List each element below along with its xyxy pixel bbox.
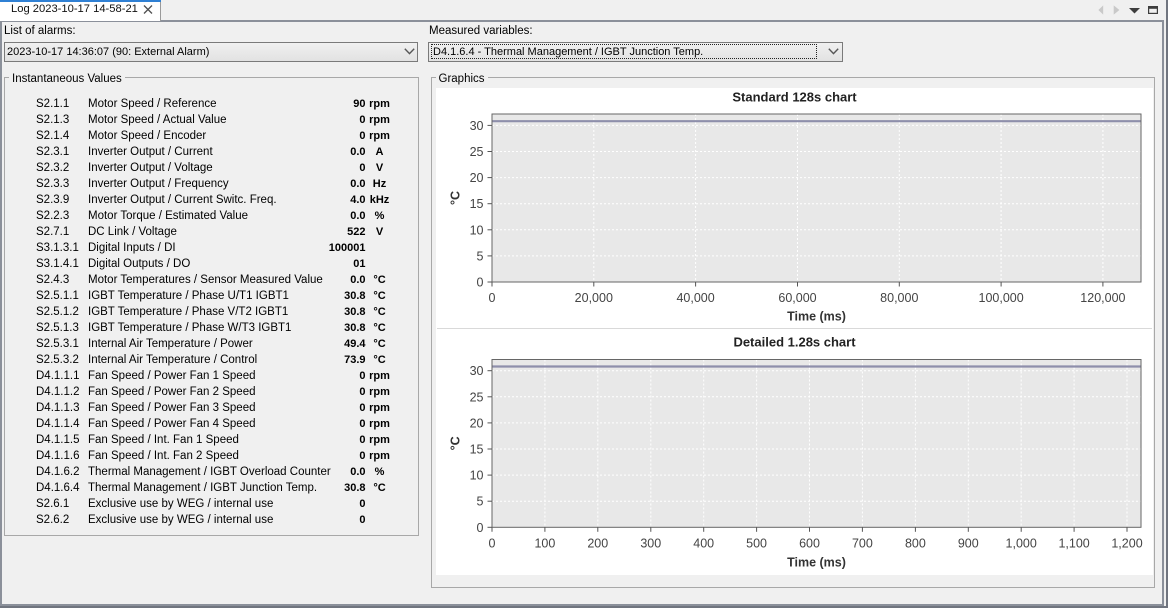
- svg-text:Detailed 1.28s chart: Detailed 1.28s chart: [733, 335, 856, 350]
- svg-text:1,100: 1,100: [1058, 537, 1089, 551]
- svg-text:10: 10: [470, 223, 484, 237]
- svg-text:0: 0: [477, 521, 484, 535]
- svg-text:100: 100: [534, 537, 555, 551]
- svg-text:0: 0: [489, 291, 496, 305]
- svg-text:°C: °C: [449, 191, 463, 205]
- svg-text:°C: °C: [449, 436, 463, 450]
- svg-text:30: 30: [470, 119, 484, 133]
- svg-text:100,000: 100,000: [979, 291, 1024, 305]
- svg-text:10: 10: [470, 469, 484, 483]
- svg-text:Time (ms): Time (ms): [787, 556, 846, 570]
- svg-text:400: 400: [693, 537, 714, 551]
- svg-text:15: 15: [470, 443, 484, 457]
- svg-text:800: 800: [905, 537, 926, 551]
- svg-text:80,000: 80,000: [880, 291, 918, 305]
- svg-text:Time (ms): Time (ms): [787, 310, 846, 324]
- svg-text:700: 700: [852, 537, 873, 551]
- svg-text:20: 20: [470, 171, 484, 185]
- svg-text:600: 600: [799, 537, 820, 551]
- svg-text:20: 20: [470, 416, 484, 430]
- svg-text:120,000: 120,000: [1080, 291, 1125, 305]
- svg-text:15: 15: [470, 197, 484, 211]
- svg-text:5: 5: [477, 249, 484, 263]
- svg-text:60,000: 60,000: [778, 291, 816, 305]
- svg-text:20,000: 20,000: [575, 291, 613, 305]
- svg-text:0: 0: [477, 276, 484, 290]
- svg-text:300: 300: [640, 537, 661, 551]
- svg-text:40,000: 40,000: [676, 291, 714, 305]
- svg-text:1,000: 1,000: [1006, 537, 1037, 551]
- svg-text:30: 30: [470, 364, 484, 378]
- svg-text:200: 200: [587, 537, 608, 551]
- svg-text:0: 0: [489, 537, 496, 551]
- svg-text:1,200: 1,200: [1111, 537, 1142, 551]
- svg-text:25: 25: [470, 390, 484, 404]
- svg-text:25: 25: [470, 145, 484, 159]
- svg-text:Standard 128s chart: Standard 128s chart: [732, 90, 857, 105]
- svg-text:5: 5: [477, 495, 484, 509]
- svg-text:900: 900: [958, 537, 979, 551]
- svg-text:500: 500: [746, 537, 767, 551]
